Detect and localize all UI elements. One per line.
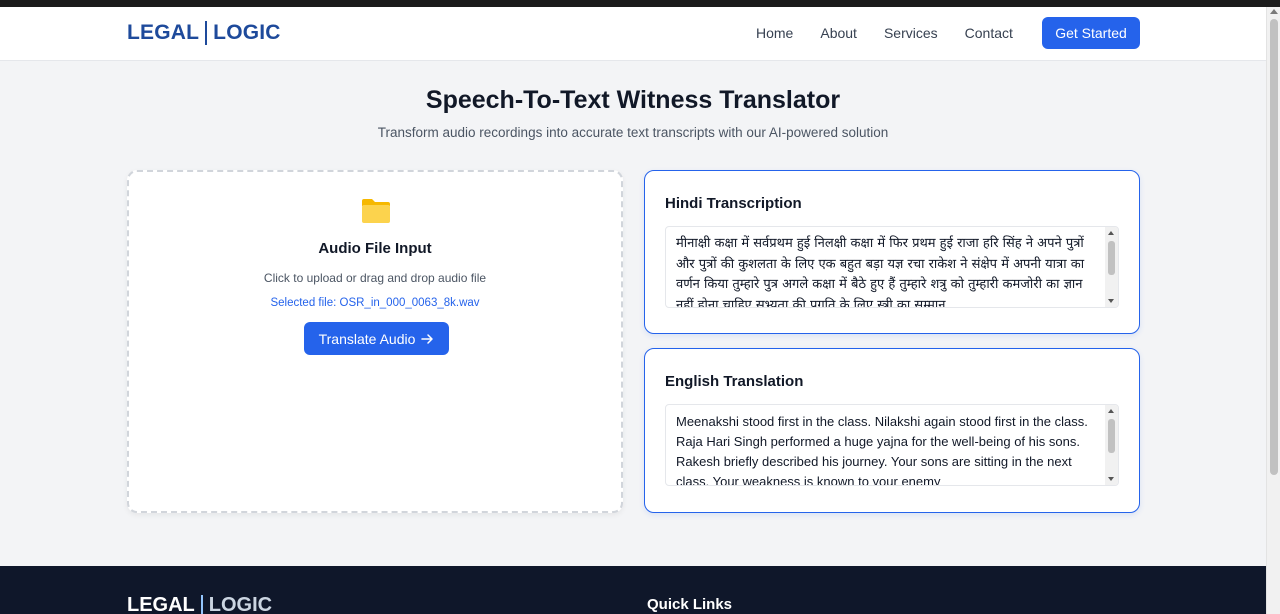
page-scrollbar[interactable] <box>1266 7 1280 614</box>
nav-link-contact[interactable]: Contact <box>965 25 1013 41</box>
hindi-textarea-scrollbar[interactable] <box>1105 227 1118 307</box>
audio-upload-dropzone[interactable]: Audio File Input Click to upload or drag… <box>127 170 623 513</box>
arrow-right-icon <box>421 333 434 344</box>
scroll-up-arrow-icon[interactable] <box>1108 409 1114 413</box>
page-scroll-thumb[interactable] <box>1270 19 1278 475</box>
hindi-transcription-textarea[interactable]: मीनाक्षी कक्षा में सर्वप्रथम हुई निलक्षी… <box>665 226 1119 308</box>
upload-hint: Click to upload or drag and drop audio f… <box>263 271 487 285</box>
scroll-up-arrow-icon[interactable] <box>1270 9 1278 14</box>
nav-links: Home About Services Contact <box>756 25 1040 41</box>
folder-icon <box>362 199 390 223</box>
english-translation-panel: English Translation Meenakshi stood firs… <box>644 348 1140 513</box>
page-subtitle: Transform audio recordings into accurate… <box>377 125 889 140</box>
hindi-transcription-panel: Hindi Transcription मीनाक्षी कक्षा में स… <box>644 170 1140 334</box>
footer: LEGAL LOGIC Quick Links <box>0 566 1266 614</box>
hindi-transcription-text: मीनाक्षी कक्षा में सर्वप्रथम हुई निलक्षी… <box>676 236 1085 308</box>
brand-logo[interactable]: LEGAL LOGIC <box>127 21 281 45</box>
footer-brand-part1: LEGAL <box>127 594 195 614</box>
navbar: LEGAL LOGIC Home About Services Contact … <box>0 7 1266 61</box>
browser-top-strip <box>0 0 1280 7</box>
hindi-transcription-title: Hindi Transcription <box>665 195 802 212</box>
nav-link-about[interactable]: About <box>820 25 857 41</box>
brand-logo-divider <box>205 21 208 45</box>
translate-audio-button-label: Translate Audio <box>318 330 416 347</box>
selected-file-label: Selected file: OSR_in_000_0063_8k.wav <box>270 297 480 309</box>
scroll-up-arrow-icon[interactable] <box>1108 231 1114 235</box>
scroll-down-arrow-icon[interactable] <box>1108 477 1114 481</box>
hindi-textarea-scroll-thumb[interactable] <box>1108 241 1115 275</box>
translate-audio-button[interactable]: Translate Audio <box>304 322 449 355</box>
english-textarea-scrollbar[interactable] <box>1105 405 1118 485</box>
footer-brand-logo[interactable]: LEGAL LOGIC <box>127 594 272 614</box>
nav-link-services[interactable]: Services <box>884 25 938 41</box>
brand-logo-part1: LEGAL <box>127 21 200 44</box>
footer-brand-divider <box>200 594 203 614</box>
english-translation-text: Meenakshi stood first in the class. Nila… <box>676 414 1088 486</box>
english-translation-textarea[interactable]: Meenakshi stood first in the class. Nila… <box>665 404 1119 486</box>
get-started-button[interactable]: Get Started <box>1042 17 1140 49</box>
english-translation-title: English Translation <box>665 373 804 390</box>
footer-brand-part2: LOGIC <box>208 594 273 614</box>
brand-logo-part2: LOGIC <box>213 21 281 44</box>
english-textarea-scroll-thumb[interactable] <box>1108 419 1115 453</box>
page-title: Speech-To-Text Witness Translator <box>425 86 841 114</box>
footer-quick-links-title: Quick Links <box>647 596 733 613</box>
upload-title: Audio File Input <box>318 240 432 257</box>
nav-link-home[interactable]: Home <box>756 25 793 41</box>
scroll-down-arrow-icon[interactable] <box>1108 299 1114 303</box>
